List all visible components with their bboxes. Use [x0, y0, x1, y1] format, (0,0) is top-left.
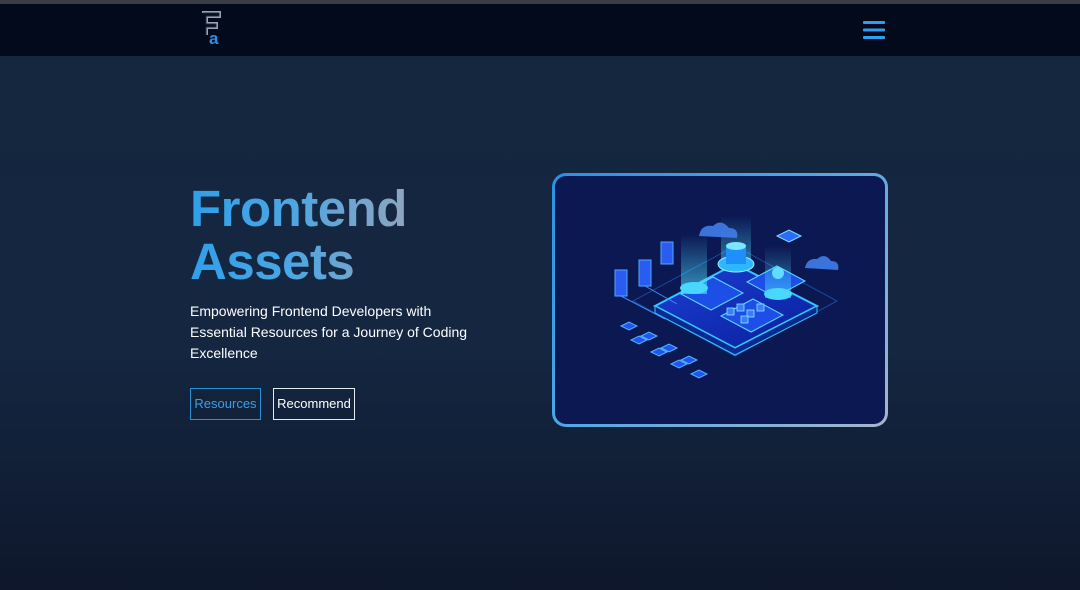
hero-title: Frontend Assets: [190, 182, 407, 288]
recommend-button[interactable]: Recommend: [273, 388, 355, 420]
hero-illustration-frame: [552, 173, 888, 427]
hero-illustration: [555, 176, 885, 424]
hero-section: Frontend Assets Empowering Frontend Deve…: [0, 56, 1080, 590]
hero-title-line-2: Assets: [190, 235, 407, 288]
hero-description: Empowering Frontend Developers with Esse…: [190, 303, 468, 361]
isometric-data-center-illustration: [614, 216, 839, 379]
hero-title-line-1: Frontend: [190, 180, 407, 237]
svg-text:a: a: [209, 29, 219, 45]
resources-button[interactable]: Resources: [190, 388, 261, 420]
fa-logo-icon: a: [202, 11, 221, 45]
menu-button[interactable]: [860, 18, 888, 42]
logo[interactable]: a: [200, 11, 222, 45]
navbar: a: [0, 4, 1080, 56]
hamburger-menu-icon: [863, 21, 885, 39]
